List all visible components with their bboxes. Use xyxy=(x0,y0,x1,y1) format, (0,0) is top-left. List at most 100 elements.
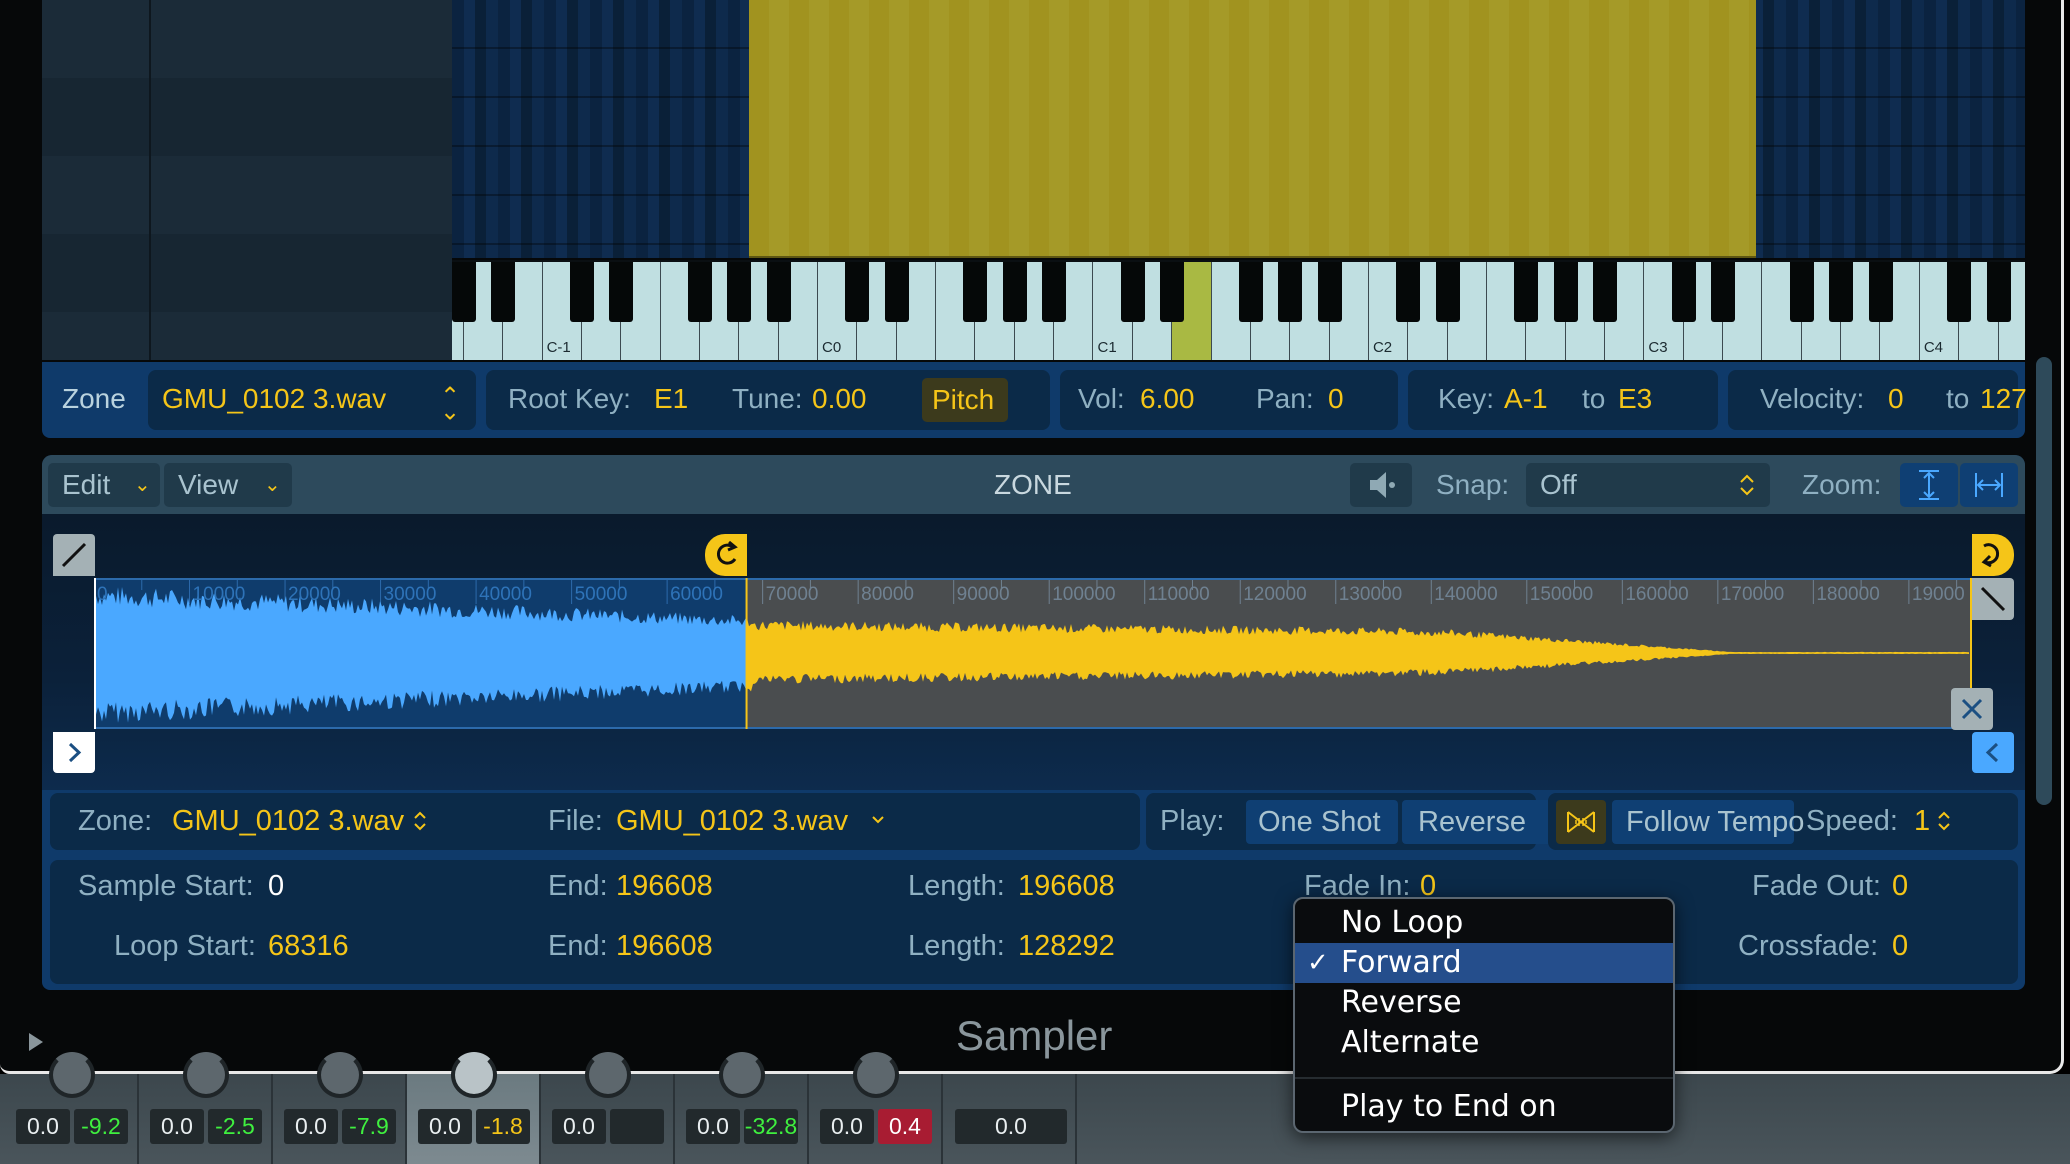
black-key[interactable] xyxy=(1829,262,1854,322)
fade-in-handle[interactable] xyxy=(53,534,95,576)
pitch-button[interactable]: Pitch xyxy=(922,378,1008,422)
crossfade-handle[interactable] xyxy=(1951,688,1993,730)
waveform-area[interactable]: 0 10000 20000 30000 40000 50000 60000 70000 8000… xyxy=(42,514,2025,790)
black-key[interactable] xyxy=(1317,262,1342,322)
loop-length-value[interactable]: 128292 xyxy=(1018,930,1115,962)
file-value[interactable]: GMU_0102 3.wav xyxy=(616,805,848,837)
black-key[interactable] xyxy=(1671,262,1696,322)
peak-meter-display[interactable]: -7.9 xyxy=(342,1109,396,1144)
loop-start-handle[interactable] xyxy=(704,534,747,576)
preview-speaker-button[interactable] xyxy=(1350,463,1412,507)
pan-knob[interactable] xyxy=(49,1052,95,1098)
tune-value[interactable]: 0.00 xyxy=(812,384,867,414)
black-key[interactable] xyxy=(491,262,516,322)
black-key[interactable] xyxy=(884,262,909,322)
zoom-vertical-button[interactable] xyxy=(1900,463,1958,507)
channel-strip[interactable]: 0.0 0.4 xyxy=(809,1052,943,1164)
zoom-horizontal-button[interactable] xyxy=(1960,463,2018,507)
black-key[interactable] xyxy=(766,262,791,322)
menu-item-reverse[interactable]: Reverse xyxy=(1295,983,1673,1023)
black-key[interactable] xyxy=(1042,262,1067,322)
peak-meter-display[interactable]: -9.2 xyxy=(74,1109,128,1144)
loop-end-value[interactable]: 196608 xyxy=(616,930,713,962)
fade-out-value[interactable]: 0 xyxy=(1892,870,1908,902)
gain-display[interactable]: 0.0 xyxy=(284,1109,338,1144)
vertical-scrollbar[interactable] xyxy=(2036,357,2052,805)
gain-display[interactable]: 0.0 xyxy=(686,1109,740,1144)
black-key[interactable] xyxy=(1396,262,1421,322)
pan-knob[interactable] xyxy=(853,1052,899,1098)
view-menu[interactable]: View ⌄ xyxy=(164,463,292,507)
pan-knob[interactable] xyxy=(585,1052,631,1098)
sample-end-value[interactable]: 196608 xyxy=(616,870,713,902)
black-key[interactable] xyxy=(963,262,988,322)
waveform-display[interactable] xyxy=(94,578,1972,729)
key-high-value[interactable]: E3 xyxy=(1618,384,1652,414)
black-key[interactable] xyxy=(1120,262,1145,322)
menu-item-no-loop[interactable]: No Loop xyxy=(1295,903,1673,943)
peak-meter-display[interactable]: -2.5 xyxy=(208,1109,262,1144)
menu-item-play-to-end-on-release[interactable]: Play to End on Release xyxy=(1295,1087,1673,1131)
black-key[interactable] xyxy=(1553,262,1578,322)
fade-out-handle[interactable] xyxy=(1972,578,2014,620)
loop-end-handle[interactable] xyxy=(1972,534,2014,576)
pan-knob[interactable] xyxy=(183,1052,229,1098)
gain-display[interactable]: 0.0 xyxy=(418,1109,472,1144)
black-key[interactable] xyxy=(1947,262,1972,322)
channel-strip[interactable]: 0.0 -2.5 xyxy=(139,1052,273,1164)
pan-value[interactable]: 0 xyxy=(1328,384,1344,414)
black-key[interactable] xyxy=(1711,262,1736,322)
channel-strip[interactable]: 0.0 xyxy=(943,1074,1077,1164)
piano-keyboard[interactable]: C-1 C0 C1 C2 C3 C4 xyxy=(452,260,2025,360)
channel-strip[interactable]: 0.0 -32.8 xyxy=(675,1052,809,1164)
gain-display[interactable]: 0.0 xyxy=(150,1109,204,1144)
black-key[interactable] xyxy=(1435,262,1460,322)
speed-value[interactable]: 1 xyxy=(1914,805,1930,837)
crossfade-value[interactable]: 0 xyxy=(1892,930,1908,962)
peak-meter-display[interactable]: 0.4 xyxy=(878,1109,932,1144)
black-key[interactable] xyxy=(1002,262,1027,322)
black-key[interactable] xyxy=(688,262,712,322)
vol-value[interactable]: 6.00 xyxy=(1140,384,1195,414)
sample-length-value[interactable]: 196608 xyxy=(1018,870,1115,902)
pan-knob[interactable] xyxy=(719,1052,765,1098)
black-key[interactable] xyxy=(845,262,870,322)
black-key[interactable] xyxy=(452,262,476,322)
menu-item-alternate[interactable]: Alternate xyxy=(1295,1023,1673,1063)
channel-strip[interactable]: 0.0 -1.8 xyxy=(407,1052,541,1164)
gain-display[interactable]: 0.0 xyxy=(552,1109,606,1144)
info-zone-value[interactable]: GMU_0102 3.wav xyxy=(172,805,404,837)
channel-strip[interactable]: 0.0 xyxy=(541,1052,675,1164)
black-key[interactable] xyxy=(1514,262,1539,322)
black-key[interactable] xyxy=(609,262,634,322)
black-key[interactable] xyxy=(1278,262,1303,322)
black-key[interactable] xyxy=(1160,262,1185,322)
channel-strip[interactable]: 0.0 -7.9 xyxy=(273,1052,407,1164)
gain-display[interactable]: 0.0 xyxy=(955,1109,1067,1144)
sample-start-value[interactable]: 0 xyxy=(268,870,284,902)
black-key[interactable] xyxy=(1593,262,1618,322)
loop-start-value[interactable]: 68316 xyxy=(268,930,349,962)
gain-display[interactable]: 0.0 xyxy=(16,1109,70,1144)
sample-start-handle[interactable] xyxy=(53,732,95,773)
channel-strip[interactable]: 0.0 -9.2 xyxy=(5,1052,139,1164)
peak-meter-display[interactable]: -32.8 xyxy=(744,1109,798,1144)
zone-selector[interactable]: GMU_0102 3.wav ⌃ ⌃ xyxy=(148,370,476,430)
black-key[interactable] xyxy=(1986,262,2011,322)
menu-item-forward[interactable]: ✓ Forward xyxy=(1295,943,1673,983)
pan-knob[interactable] xyxy=(317,1052,363,1098)
edit-menu[interactable]: Edit ⌄ xyxy=(48,463,160,507)
mapping-group-panel[interactable] xyxy=(42,0,452,360)
black-key[interactable] xyxy=(727,262,752,322)
follow-tempo-button[interactable]: Follow Tempo xyxy=(1612,800,1804,844)
flex-mode-button[interactable] xyxy=(1556,800,1606,844)
peak-meter-display[interactable] xyxy=(610,1109,664,1144)
sample-end-handle[interactable] xyxy=(1972,732,2014,773)
root-key-value[interactable]: E1 xyxy=(654,384,688,414)
velocity-high-value[interactable]: 127 xyxy=(1980,384,2027,414)
one-shot-button[interactable]: One Shot xyxy=(1246,800,1398,844)
reverse-button[interactable]: Reverse xyxy=(1402,800,1554,844)
key-low-value[interactable]: A-1 xyxy=(1504,384,1548,414)
zone-mapping-block[interactable] xyxy=(749,0,1756,258)
pan-knob[interactable] xyxy=(451,1052,497,1098)
